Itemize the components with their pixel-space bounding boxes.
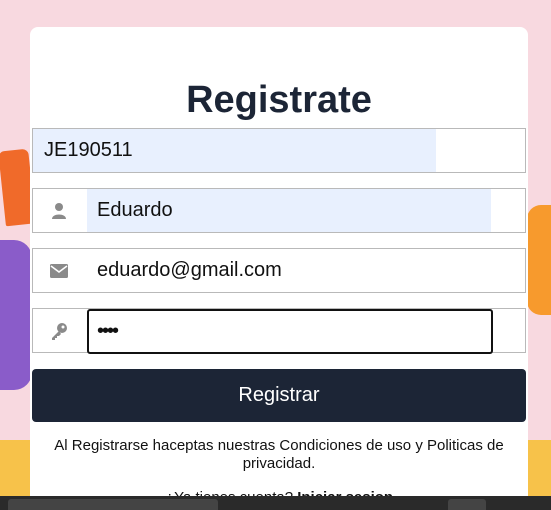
taskbar (0, 496, 551, 510)
password-field (32, 308, 526, 354)
register-card: Registrate Reg (30, 27, 528, 507)
background-decoration (527, 440, 551, 500)
email-field (32, 248, 526, 293)
password-input[interactable] (87, 309, 493, 354)
code-field (32, 128, 526, 173)
email-input[interactable] (87, 249, 525, 292)
page-title: Registrate (186, 79, 372, 121)
name-input[interactable] (87, 189, 491, 232)
background-decoration (0, 240, 32, 390)
taskbar-app[interactable] (448, 499, 486, 510)
code-input[interactable] (33, 129, 436, 172)
background-decoration (0, 440, 32, 500)
register-button[interactable]: Registrar (32, 369, 526, 422)
envelope-icon (33, 249, 85, 292)
user-icon (33, 189, 85, 232)
key-icon (33, 309, 85, 352)
terms-text: Al Registrarse haceptas nuestras Condici… (54, 437, 504, 472)
taskbar-search[interactable] (8, 499, 218, 510)
background-decoration (527, 205, 551, 315)
name-field (32, 188, 526, 233)
